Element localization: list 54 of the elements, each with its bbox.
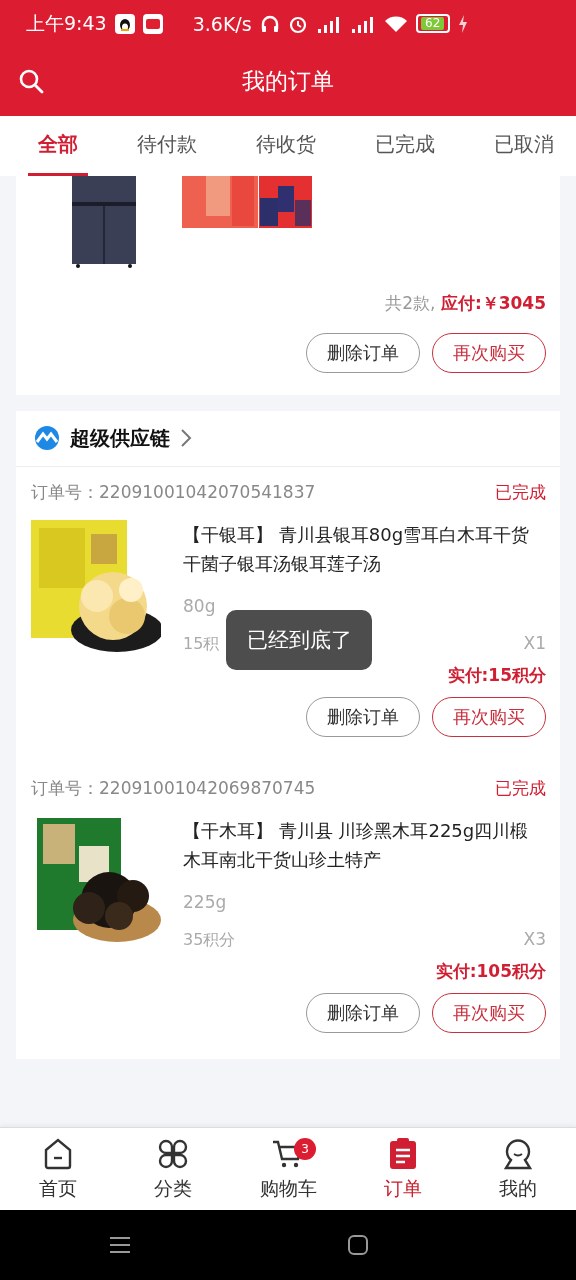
clipboard-icon xyxy=(389,1138,418,1171)
buy-again-button[interactable]: 再次购买 xyxy=(432,992,546,1033)
product-spec: 80g xyxy=(183,594,217,618)
order-tab[interactable]: 待收货 xyxy=(246,115,326,176)
headphones-icon xyxy=(259,14,280,34)
product-points: 15积 xyxy=(183,632,220,655)
nav-tab[interactable]: 订单 xyxy=(345,1128,461,1211)
charging-icon xyxy=(457,15,468,33)
network-speed: 3.6K/s xyxy=(192,13,252,35)
menu-icon[interactable] xyxy=(108,1236,131,1255)
paid-amount: 实付:105积分 xyxy=(434,959,546,983)
signal-icon xyxy=(349,14,376,34)
product-quantity: X1 xyxy=(523,631,546,655)
signal-icon xyxy=(315,14,342,34)
product-title[interactable]: 【干银耳】 青川县银耳80g雪耳白木耳干货干菌子银耳汤银耳莲子汤 xyxy=(183,519,546,578)
store-name[interactable]: 超级供应链 xyxy=(70,424,170,452)
profile-icon xyxy=(503,1138,534,1171)
wifi-icon xyxy=(383,14,408,34)
buy-again-button[interactable]: 再次购买 xyxy=(432,332,546,373)
penguin-app-icon xyxy=(114,14,135,34)
delete-order-button[interactable]: 删除订单 xyxy=(306,992,420,1033)
buy-again-button[interactable]: 再次购买 xyxy=(432,696,546,737)
chevron-right-icon[interactable] xyxy=(180,428,192,449)
order-tab[interactable]: 已完成 xyxy=(365,115,445,176)
order-status: 已完成 xyxy=(495,480,546,504)
product-title[interactable]: 【干木耳】 青川县 川珍黑木耳225g四川椴木耳南北干货山珍土特产 xyxy=(183,815,546,874)
order-tab[interactable]: 待付款 xyxy=(127,115,207,176)
order-number: 订单号：22091001042069870745 xyxy=(31,776,316,800)
nav-tab[interactable]: 3 购物车 xyxy=(230,1128,346,1211)
order-status: 已完成 xyxy=(495,776,546,800)
paid-amount: 实付:15积分 xyxy=(446,663,546,687)
product-points: 35积分 xyxy=(183,928,236,951)
product-quantity: X3 xyxy=(523,927,546,951)
order-number: 订单号：22091001042070541837 xyxy=(31,480,316,504)
order-tab[interactable]: 已取消 xyxy=(484,115,564,176)
page-title: 我的订单 xyxy=(242,67,334,97)
delete-order-button[interactable]: 删除订单 xyxy=(306,696,420,737)
order-summary: 共2款, 应付:￥3045 xyxy=(384,291,546,315)
alarm-icon xyxy=(287,14,308,34)
search-icon[interactable] xyxy=(18,67,44,94)
home-button-icon[interactable] xyxy=(347,1235,368,1256)
home-icon xyxy=(42,1138,73,1171)
status-time: 上午9:43 xyxy=(26,11,107,36)
nav-tab[interactable]: 我的 xyxy=(460,1128,576,1211)
four-petal-icon xyxy=(156,1138,189,1171)
nav-tab[interactable]: 首页 xyxy=(0,1128,116,1211)
nav-tab[interactable]: 分类 xyxy=(115,1128,231,1211)
store-logo-icon xyxy=(34,425,60,452)
shop-app-icon xyxy=(142,14,163,34)
battery-icon: 62 xyxy=(415,14,450,34)
product-spec: 225g xyxy=(183,890,228,914)
toast-message: 已经到底了 xyxy=(246,627,352,654)
delete-order-button[interactable]: 删除订单 xyxy=(306,332,420,373)
cart-count-badge: 3 xyxy=(294,1138,316,1161)
